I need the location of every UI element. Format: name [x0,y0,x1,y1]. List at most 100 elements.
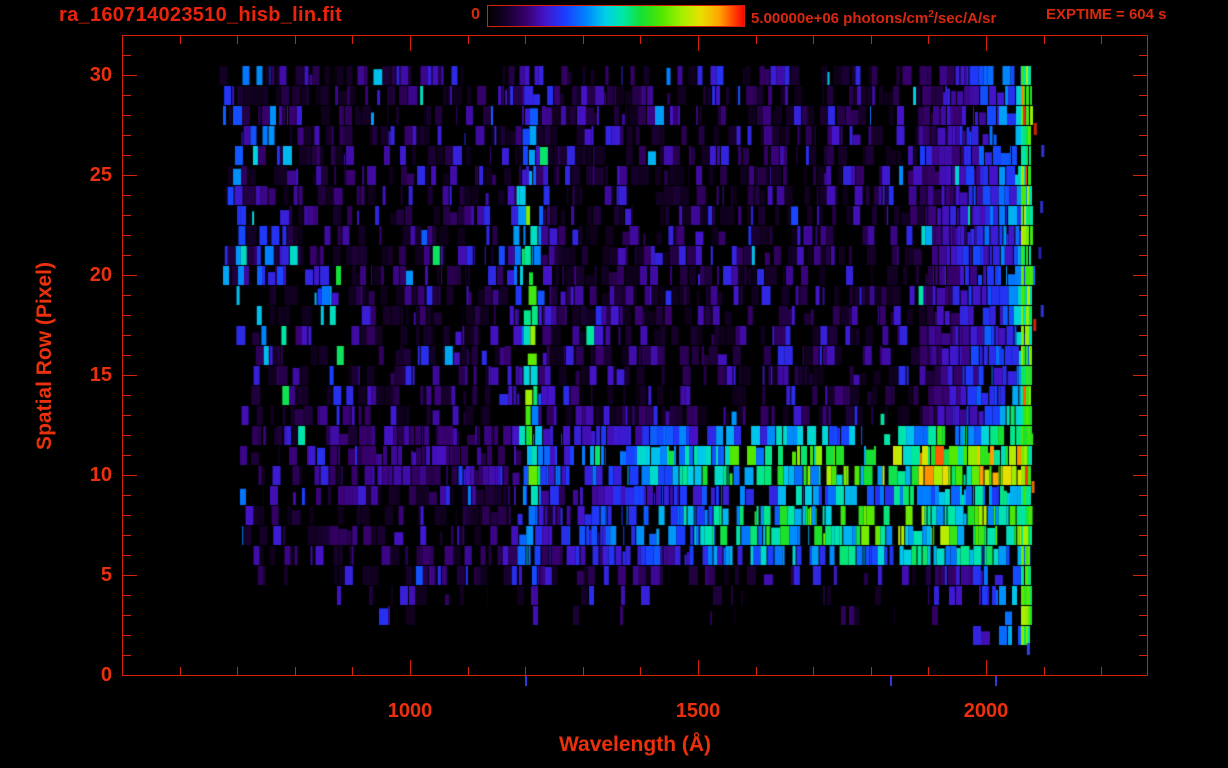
y-tick-label: 20 [89,264,112,286]
y-axis-title: Spatial Row (Pixel) [33,262,56,450]
tick-mark [352,36,353,44]
tick-mark [1139,295,1147,296]
tick-mark [1139,115,1147,116]
tick-mark [1139,635,1147,636]
tick-mark [1133,275,1147,276]
y-tick-label: 10 [89,464,112,486]
tick-mark [583,36,584,44]
tick-mark [123,235,131,236]
tick-mark [1101,36,1102,44]
tick-mark [1139,235,1147,236]
tick-mark [123,615,131,616]
y-tick-label: 15 [89,364,112,386]
tick-mark [123,595,131,596]
tick-mark [813,36,814,44]
tick-mark [123,395,131,396]
tick-mark [180,667,181,675]
y-tick-label: 0 [100,664,112,686]
tick-mark [410,660,411,675]
colorbar-max-value: 5.00000e+06 [751,10,840,27]
tick-mark [871,667,872,675]
tick-mark [986,36,987,51]
tick-mark [1139,495,1147,496]
tick-mark [1044,667,1045,675]
tick-mark [1139,255,1147,256]
tick-mark [123,575,137,576]
bleed-mark [889,676,892,686]
y-tick-label: 30 [89,64,112,86]
tick-mark [123,375,137,376]
tick-mark [640,36,641,44]
tick-mark [123,535,131,536]
tick-mark [237,667,238,675]
tick-mark [1139,435,1147,436]
bleed-mark [525,676,528,686]
tick-mark [123,135,131,136]
tick-mark [1139,195,1147,196]
tick-mark [237,36,238,44]
tick-mark [525,36,526,44]
tick-mark [1139,315,1147,316]
tick-mark [123,255,131,256]
colorbar-units-suffix: /sec/A/sr [933,10,997,27]
tick-mark [123,455,131,456]
colorbar-min-label: 0 [471,6,480,23]
spectrogram-canvas [123,36,1147,675]
tick-mark [123,415,131,416]
tick-mark [1139,615,1147,616]
tick-mark [1139,95,1147,96]
tick-mark [123,435,131,436]
tick-mark [525,667,526,675]
tick-mark [295,667,296,675]
colorbar [487,5,745,27]
tick-mark [123,95,131,96]
tick-mark [123,355,131,356]
tick-mark [123,315,131,316]
tick-mark [1139,335,1147,336]
tick-mark [1133,475,1147,476]
tick-mark [1139,155,1147,156]
tick-mark [756,667,757,675]
tick-mark [410,36,411,51]
tick-mark [123,515,131,516]
colorbar-units-prefix: photons/cm [839,10,929,27]
exptime-label: EXPTIME = 604 s [1046,6,1167,23]
tick-mark [123,155,131,156]
tick-mark [928,36,929,44]
x-axis-title: Wavelength (Å) [558,733,712,756]
tick-mark [1133,375,1147,376]
bleed-mark [995,676,998,686]
tick-mark [1139,535,1147,536]
tick-mark [468,667,469,675]
tick-mark [123,215,131,216]
tick-mark [123,115,131,116]
tick-mark [1044,36,1045,44]
tick-mark [295,36,296,44]
y-tick-label: 5 [100,564,112,586]
tick-mark [1139,55,1147,56]
tick-mark [123,55,131,56]
tick-mark [1139,455,1147,456]
tick-mark [1133,575,1147,576]
tick-mark [1139,655,1147,656]
tick-mark [123,195,131,196]
tick-mark [123,275,137,276]
tick-mark [698,660,699,675]
tick-mark [1133,75,1147,76]
plot-frame [122,35,1148,676]
tick-mark [123,655,131,656]
tick-mark [986,660,987,675]
tick-mark [123,335,131,336]
tick-mark [928,667,929,675]
file-title: ra_160714023510_hisb_lin.fit [59,4,343,26]
x-tick-label: 1500 [675,700,721,722]
tick-mark [1139,215,1147,216]
x-tick-label: 2000 [963,700,1009,722]
tick-mark [1133,175,1147,176]
tick-mark [640,667,641,675]
tick-mark [1139,135,1147,136]
tick-mark [1139,515,1147,516]
tick-mark [813,667,814,675]
y-tick-label: 25 [89,164,112,186]
tick-mark [123,475,137,476]
